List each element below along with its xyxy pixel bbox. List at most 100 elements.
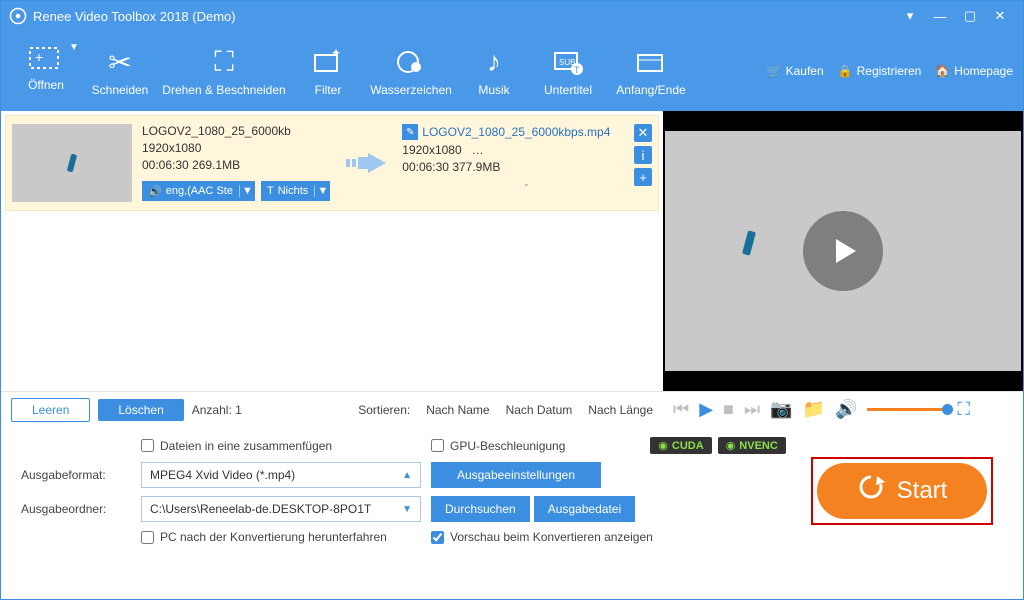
player-controls: ⏮ ▶ ■ ⏭ 📷 📁 🔊 ⛶ — [663, 391, 1023, 427]
play-button[interactable]: ▶ — [699, 399, 713, 420]
minimize-button[interactable]: ― — [925, 1, 955, 31]
app-logo-icon — [9, 7, 27, 25]
output-folder-label: Ausgabeordner: — [21, 502, 131, 516]
file-row[interactable]: LOGOV2_1080_25_6000kb 1920x1080 00:06:30… — [5, 115, 659, 211]
filter-button[interactable]: ✦ Filter — [293, 36, 363, 106]
gpu-badges: ◉ CUDA ◉ NVENC — [650, 437, 791, 454]
watermark-icon — [394, 45, 428, 79]
preview-checkbox[interactable]: Vorschau beim Konvertieren anzeigen — [431, 530, 791, 544]
arrow-icon — [340, 124, 392, 202]
audio-tag-label: eng,(AAC Ste — [166, 185, 233, 197]
scissors-icon: ✂ — [108, 45, 131, 79]
row-side-actions: ✕ i + — [634, 124, 652, 202]
chevron-down-icon: ▼ — [69, 42, 79, 53]
remove-item-button[interactable]: ✕ — [634, 124, 652, 142]
output-format-select[interactable]: MPEG4 Xvid Video (*.mp4) ▲ — [141, 462, 421, 488]
svg-text:T: T — [574, 65, 580, 75]
delete-button[interactable]: Löschen — [98, 399, 183, 421]
edit-icon[interactable]: ✎ — [402, 124, 418, 140]
music-label: Musik — [478, 83, 509, 97]
svg-text:✦: ✦ — [331, 46, 341, 60]
sort-by-name[interactable]: Nach Name — [426, 403, 489, 417]
fullscreen-button[interactable]: ⛶ — [957, 399, 970, 420]
music-button[interactable]: ♪ Musik — [459, 36, 529, 106]
source-info: LOGOV2_1080_25_6000kb 1920x1080 00:06:30… — [142, 124, 330, 202]
video-preview[interactable] — [665, 131, 1021, 371]
sub-tag-label: Nichts — [278, 185, 309, 197]
crop-icon: ⛶ — [214, 45, 234, 79]
watermark-label: Wasserzeichen — [370, 83, 452, 97]
start-label: Start — [897, 477, 948, 505]
dash-placeholder: - — [524, 177, 528, 191]
destination-resolution: 1920x1080 … — [402, 143, 610, 157]
main-area: LOGOV2_1080_25_6000kb 1920x1080 00:06:30… — [1, 111, 1023, 391]
open-icon: + — [28, 40, 64, 74]
next-button[interactable]: ⏭ — [744, 399, 760, 420]
rotate-crop-button[interactable]: ⛶ Drehen & Beschneiden — [159, 36, 289, 106]
refresh-icon — [857, 473, 885, 508]
play-overlay-button[interactable] — [803, 211, 883, 291]
text-icon: T — [267, 185, 274, 197]
subtitle-selector[interactable]: TNichts ▼ — [261, 181, 330, 201]
browse-button[interactable]: Durchsuchen — [431, 496, 530, 522]
title-bar: Renee Video Toolbox 2018 (Demo) ▾ ― ▢ ✕ — [1, 1, 1023, 31]
subtitle-button[interactable]: SUBT Untertitel — [533, 36, 603, 106]
sort-group: Sortieren: Nach Name Nach Datum Nach Län… — [358, 403, 653, 417]
filter-icon: ✦ — [311, 45, 345, 79]
svg-text:+: + — [35, 49, 43, 65]
shutdown-checkbox[interactable]: PC nach der Konvertierung herunterfahren — [141, 530, 421, 544]
audio-track-selector[interactable]: 🔊eng,(AAC Ste ▼ — [142, 181, 255, 201]
merge-checkbox[interactable]: Dateien in eine zusammenfügen — [141, 439, 421, 453]
list-footer: Leeren Löschen Anzahl: 1 Sortieren: Nach… — [1, 391, 663, 427]
snapshot-button[interactable]: 📷 — [770, 399, 792, 420]
music-icon: ♪ — [487, 45, 501, 79]
gpu-checkbox[interactable]: GPU-Beschleunigung — [431, 439, 640, 453]
thumbnail — [12, 124, 132, 202]
destination-info: ✎ LOGOV2_1080_25_6000kbps.mp4 1920x1080 … — [402, 124, 610, 202]
cart-icon: 🛒 — [767, 64, 782, 78]
register-link[interactable]: 🔒Registrieren — [838, 64, 922, 78]
open-folder-button[interactable]: 📁 — [803, 399, 825, 420]
start-button[interactable]: Start — [817, 463, 987, 519]
add-item-button[interactable]: + — [634, 168, 652, 186]
output-format-label: Ausgabeformat: — [21, 468, 131, 482]
sort-label: Sortieren: — [358, 403, 410, 417]
homepage-link[interactable]: 🏠Homepage — [935, 64, 1013, 78]
open-button[interactable]: + Öffnen ▼ — [11, 36, 81, 106]
cut-label: Schneiden — [92, 83, 149, 97]
prev-button[interactable]: ⏮ — [673, 399, 689, 420]
output-settings-button[interactable]: Ausgabeeinstellungen — [431, 462, 601, 488]
startend-label: Anfang/Ende — [616, 83, 685, 97]
sort-by-date[interactable]: Nach Datum — [506, 403, 573, 417]
watermark-button[interactable]: Wasserzeichen — [367, 36, 455, 106]
start-wrap: Start — [811, 437, 1003, 544]
cut-button[interactable]: ✂ Schneiden — [85, 36, 155, 106]
speaker-icon: 🔊 — [148, 185, 162, 198]
menu-down-icon[interactable]: ▾ — [895, 1, 925, 31]
volume-slider[interactable] — [867, 408, 947, 411]
chevron-up-icon: ▲ — [402, 470, 412, 481]
output-file-button[interactable]: Ausgabedatei — [534, 496, 635, 522]
info-item-button[interactable]: i — [634, 146, 652, 164]
open-label: Öffnen — [28, 78, 64, 92]
file-list: LOGOV2_1080_25_6000kb 1920x1080 00:06:30… — [1, 111, 663, 391]
output-folder-select[interactable]: C:\Users\Reneelab-de.DESKTOP-8PO1T ▼ — [141, 496, 421, 522]
source-filename: LOGOV2_1080_25_6000kb — [142, 124, 330, 138]
lock-icon: 🔒 — [838, 64, 853, 78]
clear-button[interactable]: Leeren — [11, 398, 90, 422]
maximize-button[interactable]: ▢ — [955, 1, 985, 31]
preview-panel — [663, 111, 1023, 391]
volume-icon[interactable]: 🔊 — [835, 399, 857, 420]
chevron-down-icon: ▼ — [402, 504, 412, 515]
filter-label: Filter — [315, 83, 342, 97]
startend-button[interactable]: Anfang/Ende — [607, 36, 695, 106]
output-folder-value: C:\Users\Reneelab-de.DESKTOP-8PO1T — [150, 502, 371, 516]
sort-by-length[interactable]: Nach Länge — [588, 403, 653, 417]
buy-link[interactable]: 🛒Kaufen — [767, 64, 824, 78]
destination-filename: LOGOV2_1080_25_6000kbps.mp4 — [422, 125, 610, 139]
stop-button[interactable]: ■ — [723, 399, 734, 420]
start-highlight-frame: Start — [811, 457, 993, 525]
below-row: Leeren Löschen Anzahl: 1 Sortieren: Nach… — [1, 391, 1023, 427]
app-title: Renee Video Toolbox 2018 (Demo) — [33, 9, 236, 24]
close-button[interactable]: ✕ — [985, 1, 1015, 31]
